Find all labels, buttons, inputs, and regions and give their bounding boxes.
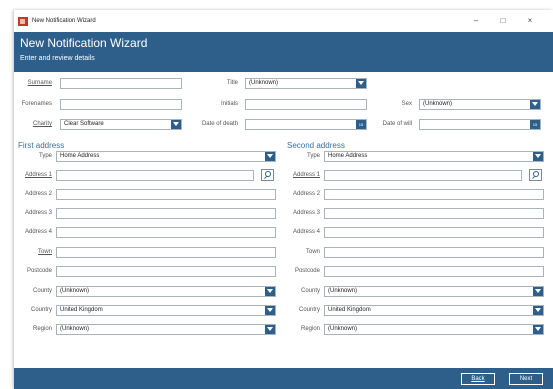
first-address4-input[interactable] [56, 227, 276, 238]
first-type-label: Type [38, 153, 52, 159]
first-region-select[interactable]: (Unknown) [56, 324, 276, 335]
first-town-input[interactable] [56, 247, 276, 258]
search-icon[interactable] [529, 169, 542, 181]
surname-label: Surname [27, 80, 52, 86]
first-address2-label: Address 2 [24, 191, 52, 197]
second-country-label: Country [298, 307, 320, 313]
second-postcode-label: Postcode [294, 268, 320, 274]
sex-select-value: (Unknown) [423, 101, 453, 107]
calendar-icon[interactable]: 15 [356, 120, 366, 129]
first-address-heading: First address [18, 141, 65, 150]
date-of-death-label: Date of death [201, 121, 238, 127]
back-button[interactable]: Back [461, 373, 495, 385]
first-address1-input[interactable] [56, 170, 254, 181]
first-address1-label: Address 1 [24, 172, 52, 178]
first-type-value: Home Address [60, 153, 100, 159]
first-country-select[interactable]: United Kingdom [56, 305, 276, 316]
date-of-death-input[interactable]: 15 [245, 119, 367, 130]
second-address4-label: Address 4 [292, 229, 320, 235]
wizard-window: New Notification Wizard – □ × New Notifi… [14, 10, 553, 389]
first-postcode-label: Postcode [26, 268, 52, 274]
chevron-down-icon [530, 100, 540, 109]
page-subtitle: Enter and review details [20, 55, 95, 62]
title-select-value: (Unknown) [249, 80, 279, 86]
date-of-will-input[interactable]: 15 [419, 119, 541, 130]
first-county-value: (Unknown) [60, 288, 90, 294]
first-region-value: (Unknown) [60, 326, 90, 332]
wizard-header: New Notification Wizard Enter and review… [14, 32, 553, 72]
second-address2-label: Address 2 [292, 191, 320, 197]
second-address4-input[interactable] [324, 227, 544, 238]
second-address2-input[interactable] [324, 189, 544, 200]
maximize-button[interactable]: □ [495, 14, 511, 28]
first-region-label: Region [32, 326, 52, 332]
chevron-down-icon [533, 152, 543, 161]
chevron-down-icon [533, 287, 543, 296]
second-type-value: Home Address [328, 153, 368, 159]
second-county-label: County [300, 288, 320, 294]
first-country-label: Country [30, 307, 52, 313]
charity-select[interactable]: Clear Software [60, 119, 182, 130]
page-title: New Notification Wizard [20, 36, 148, 50]
first-town-label: Town [37, 249, 52, 255]
first-country-value: United Kingdom [60, 307, 103, 313]
chevron-down-icon [533, 325, 543, 334]
second-address1-input[interactable] [324, 170, 522, 181]
chevron-down-icon [265, 287, 275, 296]
second-country-value: United Kingdom [328, 307, 371, 313]
sex-label: Sex [401, 101, 412, 107]
charity-select-value: Clear Software [64, 121, 104, 127]
first-county-label: County [32, 288, 52, 294]
wizard-footer: Back Next [14, 368, 553, 389]
date-of-will-label: Date of will [382, 121, 412, 127]
chevron-down-icon [356, 79, 366, 88]
second-type-select[interactable]: Home Address [324, 151, 544, 162]
second-county-value: (Unknown) [328, 288, 358, 294]
calendar-icon[interactable]: 15 [530, 120, 540, 129]
forenames-input[interactable] [60, 99, 182, 110]
second-country-select[interactable]: United Kingdom [324, 305, 544, 316]
chevron-down-icon [265, 152, 275, 161]
title-label: Title [226, 80, 238, 86]
initials-label: Initials [220, 101, 238, 107]
second-postcode-input[interactable] [324, 266, 544, 277]
second-region-label: Region [300, 326, 320, 332]
second-region-select[interactable]: (Unknown) [324, 324, 544, 335]
charity-label: Charity [32, 121, 52, 127]
close-button[interactable]: × [522, 14, 538, 28]
surname-input[interactable] [60, 78, 182, 89]
second-address3-label: Address 3 [292, 210, 320, 216]
first-county-select[interactable]: (Unknown) [56, 286, 276, 297]
next-button[interactable]: Next [509, 373, 543, 385]
first-address4-label: Address 4 [24, 229, 52, 235]
second-county-select[interactable]: (Unknown) [324, 286, 544, 297]
chevron-down-icon [265, 306, 275, 315]
second-town-input[interactable] [324, 247, 544, 258]
minimize-button[interactable]: – [468, 14, 484, 28]
second-address3-input[interactable] [324, 208, 544, 219]
chevron-down-icon [171, 120, 181, 129]
initials-input[interactable] [245, 99, 367, 110]
second-address1-label: Address 1 [292, 172, 320, 178]
second-town-label: Town [305, 249, 320, 255]
forenames-label: Forenames [21, 101, 52, 107]
first-address3-label: Address 3 [24, 210, 52, 216]
search-icon[interactable] [261, 169, 274, 181]
chevron-down-icon [265, 325, 275, 334]
sex-select[interactable]: (Unknown) [419, 99, 541, 110]
title-select[interactable]: (Unknown) [245, 78, 367, 89]
title-bar: New Notification Wizard – □ × [14, 10, 553, 32]
second-address-heading: Second address [287, 141, 345, 150]
second-type-label: Type [306, 153, 320, 159]
first-address2-input[interactable] [56, 189, 276, 200]
window-title: New Notification Wizard [32, 18, 96, 24]
first-postcode-input[interactable] [56, 266, 276, 277]
first-address3-input[interactable] [56, 208, 276, 219]
first-type-select[interactable]: Home Address [56, 151, 276, 162]
second-region-value: (Unknown) [328, 326, 358, 332]
chevron-down-icon [533, 306, 543, 315]
app-icon [18, 16, 28, 26]
